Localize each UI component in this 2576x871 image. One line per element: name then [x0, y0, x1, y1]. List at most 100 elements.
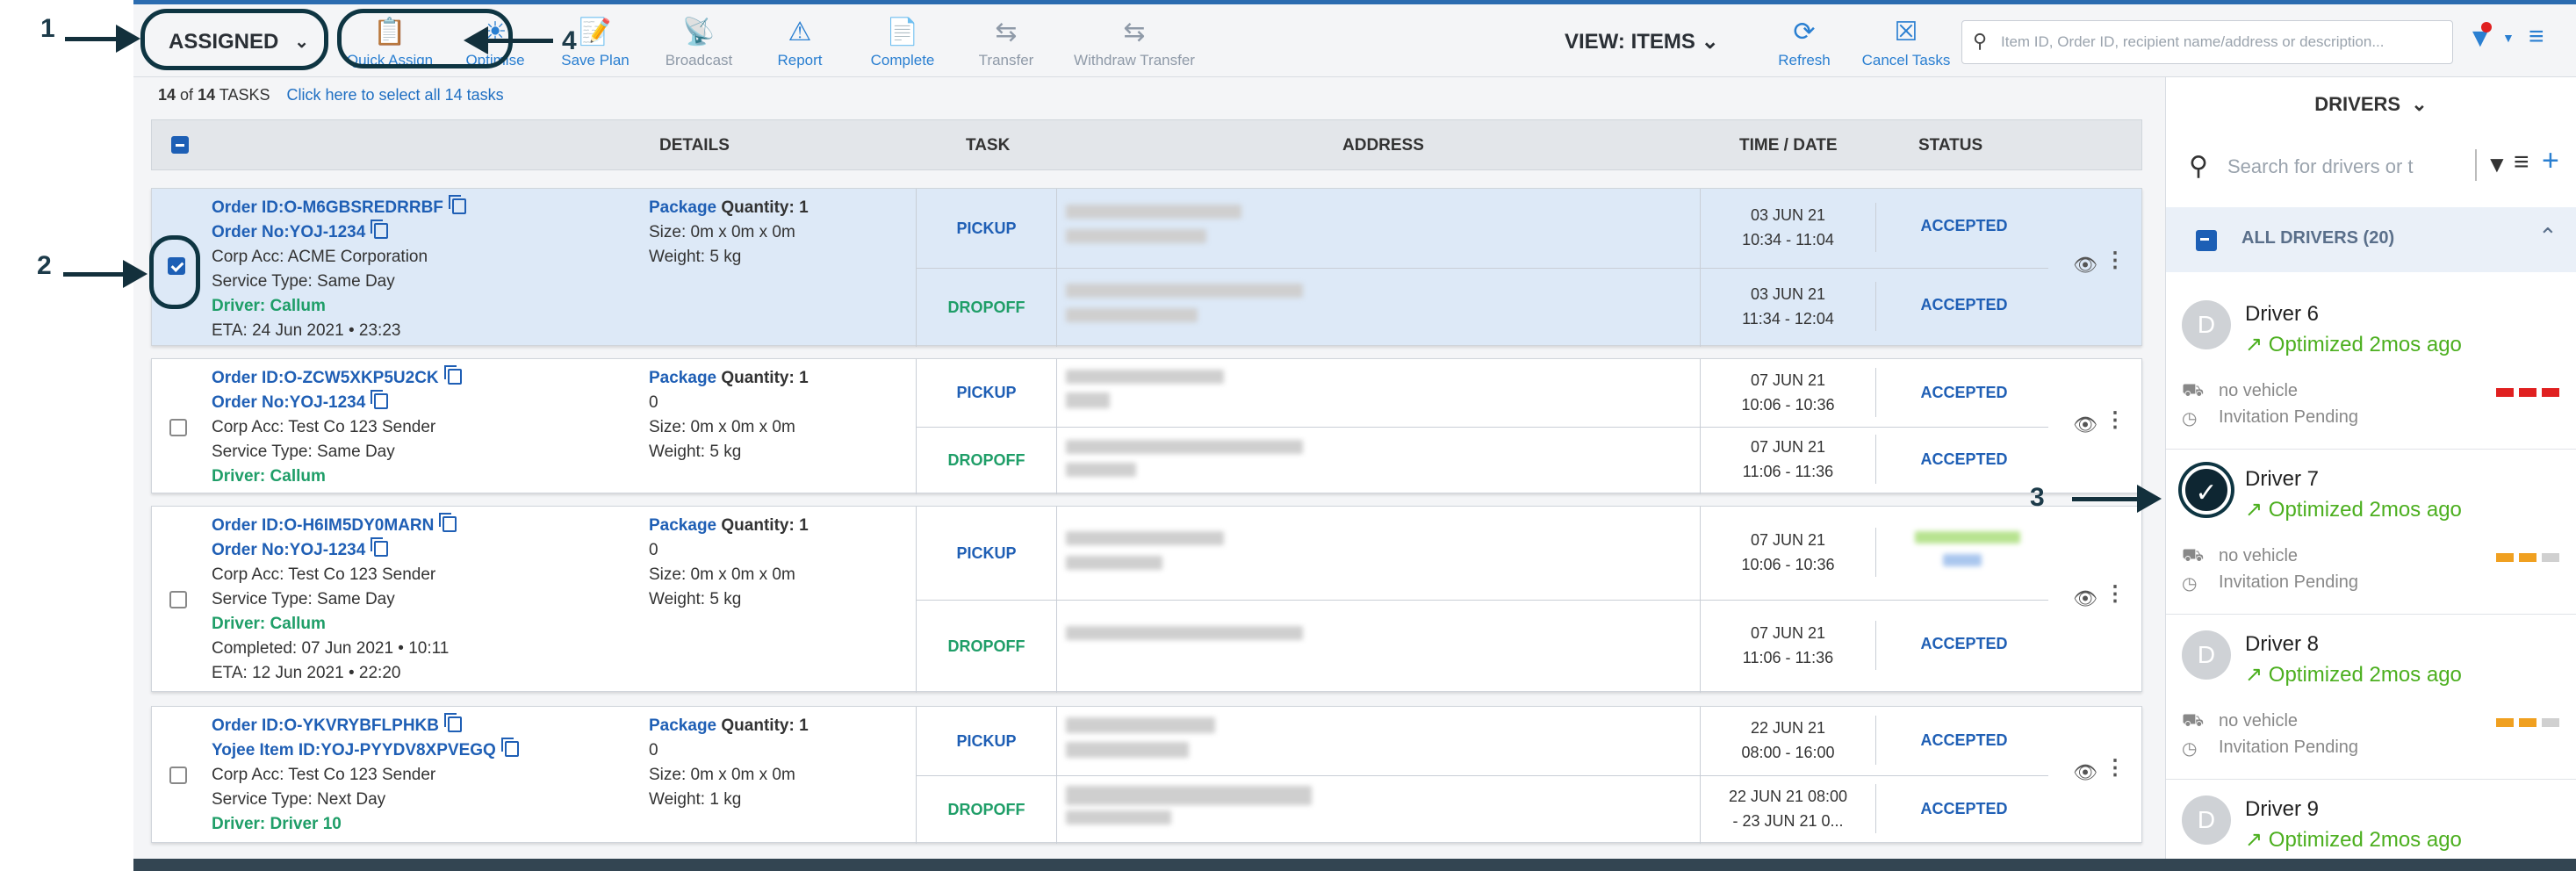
blurred-address	[1066, 370, 1224, 384]
order-id[interactable]: Order ID:O-ZCW5XKP5U2CK	[212, 369, 439, 387]
dispatch-app: ASSIGNED ⌄ 📋 Quick Assign ☀ Optimise 📝 S…	[133, 0, 2576, 871]
select-all-checkbox[interactable]	[171, 136, 189, 154]
sort-icon[interactable]: ≡	[2529, 24, 2544, 50]
driver-card[interactable]: D Driver 8 ↗ Optimized 2mos ago ⛟ no veh…	[2166, 615, 2576, 780]
add-driver-icon[interactable]: +	[2542, 144, 2559, 178]
order-id[interactable]: Order ID:O-M6GBSREDRRBF	[212, 198, 443, 217]
driver-card[interactable]: ✓ Driver 7 ↗ Optimized 2mos ago ⛟ no veh…	[2166, 450, 2576, 615]
dropoff-time: 07 JUN 21 11:06 - 11:36	[1701, 435, 1876, 484]
driver-card[interactable]: D Driver 9 ↗ Optimized 2mos ago	[2166, 780, 2576, 871]
avatar[interactable]: D	[2182, 795, 2231, 845]
pickup-time: 03 JUN 21 10:34 - 11:04	[1701, 203, 1876, 252]
broadcast-tower-icon: 📡	[682, 18, 716, 47]
copy-icon[interactable]	[500, 738, 519, 757]
row-divider	[916, 775, 2048, 776]
column-task: TASK	[966, 136, 1011, 155]
blurred-address	[1066, 440, 1303, 454]
order-no[interactable]: Order No:YOJ-1234	[212, 223, 365, 241]
capacity-bar	[2519, 388, 2536, 397]
task-search-input[interactable]	[2001, 30, 2440, 54]
chevron-down-icon[interactable]: ▼	[2502, 31, 2515, 45]
row-checkbox[interactable]	[169, 419, 187, 436]
driver-card[interactable]: D Driver 6 ↗ Optimized 2mos ago ⛟ no veh…	[2166, 284, 2576, 450]
order-no[interactable]: Order No:YOJ-1234	[212, 393, 365, 412]
driver-search-input[interactable]	[2227, 153, 2464, 181]
copy-icon[interactable]	[371, 537, 389, 557]
chevron-down-icon: ⌄	[2406, 93, 2428, 115]
copy-icon[interactable]	[439, 513, 457, 532]
all-drivers-group[interactable]: ALL DRIVERS (20) ⌃	[2166, 207, 2576, 272]
divider	[2475, 149, 2477, 181]
table-row[interactable]: Order ID:O-M6GBSREDRRBF Order No:YOJ-123…	[151, 188, 2142, 347]
more-options-icon[interactable]: ⋮	[2105, 758, 2126, 779]
view-select[interactable]: VIEW: ITEMS ⌄	[1565, 29, 1719, 54]
more-options-icon[interactable]: ⋮	[2105, 250, 2126, 271]
eye-icon[interactable]: 👁	[2073, 414, 2097, 436]
status-badge: ACCEPTED	[1920, 731, 2008, 749]
drivers-title[interactable]: DRIVERS ⌄	[2166, 93, 2576, 116]
package-label: Package	[649, 198, 717, 217]
filter-icon[interactable]: ▼	[2486, 151, 2508, 178]
row-checkbox[interactable]	[169, 591, 187, 608]
pickup-task: PICKUP	[916, 189, 1056, 268]
dropoff-time: 03 JUN 21 11:34 - 12:04	[1701, 282, 1876, 331]
sort-icon[interactable]: ≡	[2514, 148, 2529, 177]
copy-icon[interactable]	[371, 220, 389, 239]
size: Size: 0m x 0m x 0m	[649, 565, 795, 584]
order-id[interactable]: Order ID:O-YKVRYBFLPHKB	[212, 716, 439, 735]
withdraw-transfer-button[interactable]: ⇆ Withdraw Transfer	[1064, 17, 1205, 69]
blurred-address	[1066, 308, 1198, 322]
pickup-window: 10:06 - 10:36	[1741, 556, 1835, 573]
pickup-time: 07 JUN 21 10:06 - 10:36	[1701, 528, 1876, 577]
table-row[interactable]: Order ID:O-ZCW5XKP5U2CK Order No:YOJ-123…	[151, 358, 2142, 494]
avatar[interactable]: D	[2182, 630, 2231, 680]
driver-name: Driver: Callum	[212, 615, 326, 633]
more-options-icon[interactable]: ⋮	[2105, 584, 2126, 605]
corp-account: Corp Acc: ACME Corporation	[212, 248, 428, 266]
select-all-link[interactable]: Click here to select all 14 tasks	[287, 86, 504, 104]
row-checkbox[interactable]	[169, 767, 187, 784]
cancel-tasks-button[interactable]: ☒ Cancel Tasks	[1858, 17, 1954, 69]
task-count-total: 14	[198, 86, 216, 104]
table-row[interactable]: Order ID:O-H6IM5DY0MARN Order No:YOJ-123…	[151, 506, 2142, 693]
eye-icon[interactable]: 👁	[2073, 254, 2097, 277]
trend-up-icon: ↗	[2245, 828, 2269, 852]
check-icon[interactable]: ✓	[2182, 465, 2231, 515]
report-button[interactable]: ⚠ Report	[760, 17, 839, 69]
order-no[interactable]: Order No:YOJ-1234	[212, 541, 365, 559]
optimized-text: Optimized 2mos ago	[2268, 498, 2462, 522]
blurred-status	[1915, 531, 2020, 543]
more-options-icon[interactable]: ⋮	[2105, 410, 2126, 431]
chevron-up-icon[interactable]: ⌃	[2538, 223, 2558, 250]
broadcast-button[interactable]: 📡 Broadcast	[655, 17, 743, 69]
dropoff-window: 11:34 - 12:04	[1742, 310, 1834, 328]
optimized-status: ↗ Optimized 2mos ago	[2245, 332, 2462, 357]
copy-icon[interactable]	[443, 365, 462, 385]
order-id[interactable]: Order ID:O-H6IM5DY0MARN	[212, 516, 434, 535]
eye-icon[interactable]: 👁	[2073, 761, 2097, 784]
refresh-icon: ⟳	[1793, 18, 1816, 47]
transfer-button[interactable]: ⇆ Transfer	[962, 17, 1050, 69]
table-row[interactable]: Order ID:O-YKVRYBFLPHKB Yojee Item ID:YO…	[151, 706, 2142, 844]
group-checkbox[interactable]	[2196, 230, 2217, 251]
dropoff-task: DROPOFF	[916, 775, 1056, 844]
item-id[interactable]: Yojee Item ID:YOJ-PYYDV8XPVEGQ	[212, 741, 496, 759]
service-type: Service Type: Same Day	[212, 590, 395, 608]
avatar[interactable]: D	[2182, 300, 2231, 349]
quantity: Quantity: 1	[721, 516, 809, 535]
eye-icon[interactable]: 👁	[2073, 587, 2097, 610]
driver-name: Driver: Driver 10	[212, 815, 342, 833]
quantity: Quantity: 1	[721, 369, 809, 387]
complete-button[interactable]: 📄 Complete	[859, 17, 946, 69]
service-type: Service Type: Next Day	[212, 790, 386, 809]
footer-bar	[133, 859, 2576, 871]
copy-icon[interactable]	[443, 713, 462, 732]
copy-icon[interactable]	[371, 390, 389, 409]
size: Size: 0m x 0m x 0m	[649, 418, 795, 436]
copy-icon[interactable]	[448, 195, 466, 214]
trend-up-icon: ↗	[2245, 663, 2269, 687]
package-label: Package	[649, 716, 717, 735]
row-details: Order ID:O-ZCW5XKP5U2CK Order No:YOJ-123…	[212, 365, 462, 489]
refresh-button[interactable]: ⟳ Refresh	[1765, 17, 1844, 69]
weight: Weight: 5 kg	[649, 590, 742, 608]
